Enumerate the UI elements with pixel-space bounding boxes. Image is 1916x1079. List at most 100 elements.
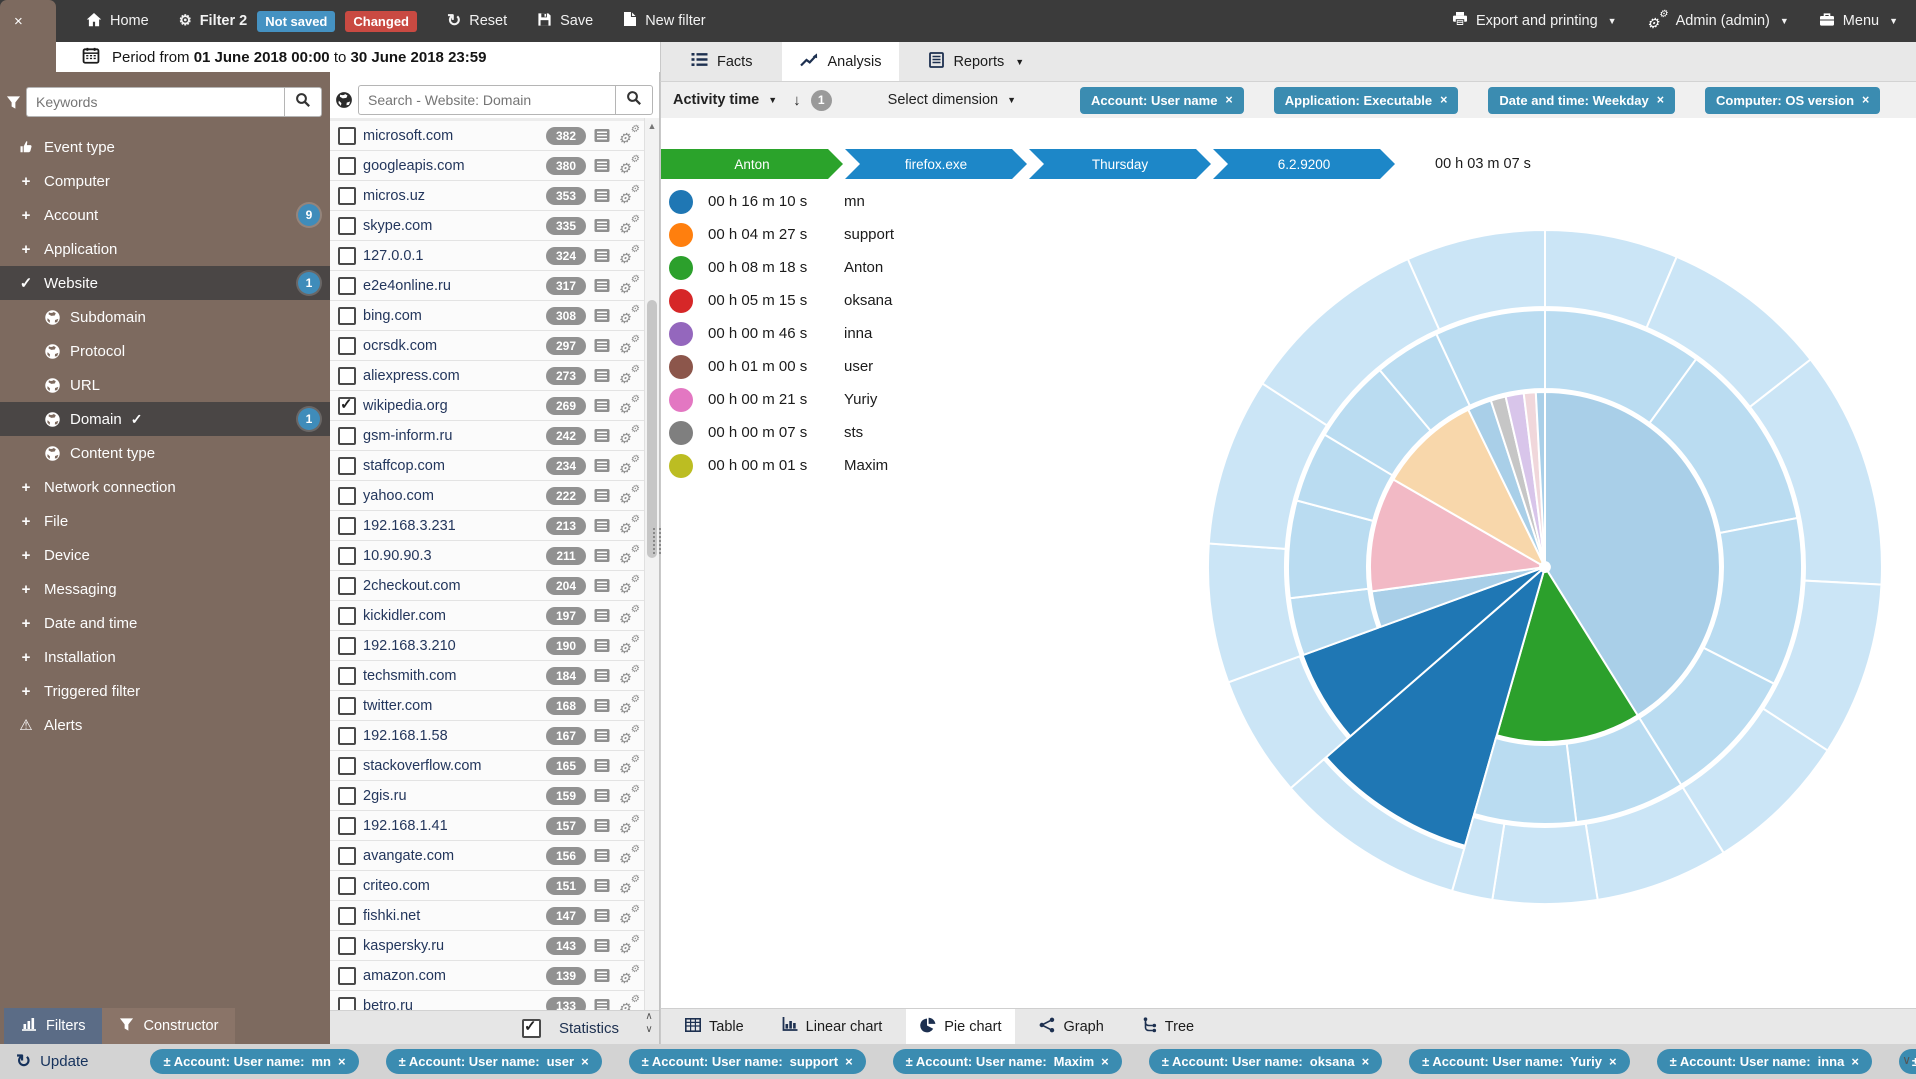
domain-checkbox[interactable]	[338, 667, 356, 685]
details-list-icon[interactable]	[594, 518, 610, 533]
gears-icon[interactable]: ⚙⚙	[618, 967, 639, 985]
tab-reports[interactable]: Reports▼	[911, 42, 1042, 81]
details-list-icon[interactable]	[594, 188, 610, 203]
sidebar-item-file[interactable]: +File	[0, 504, 330, 538]
domain-link[interactable]: 192.168.3.210	[363, 638, 546, 654]
gears-icon[interactable]: ⚙⚙	[618, 247, 639, 265]
tab-table[interactable]: Table	[671, 1009, 758, 1044]
details-list-icon[interactable]	[594, 818, 610, 833]
domain-checkbox[interactable]	[338, 247, 356, 265]
tab-facts[interactable]: Facts	[673, 42, 770, 81]
domain-link[interactable]: stackoverflow.com	[363, 758, 546, 774]
legend-item[interactable]: 00 h 00 m 21 sYuriy	[669, 383, 894, 416]
details-list-icon[interactable]	[594, 278, 610, 293]
breadcrumb-item[interactable]: firefox.exe	[845, 149, 1027, 179]
domain-checkbox[interactable]	[338, 217, 356, 235]
legend-item[interactable]: 00 h 05 m 15 soksana	[669, 284, 894, 317]
gears-icon[interactable]: ⚙⚙	[618, 607, 639, 625]
scroll-down-icon[interactable]: ∨	[1902, 1053, 1911, 1067]
domain-checkbox[interactable]	[338, 187, 356, 205]
legend-item[interactable]: 00 h 04 m 27 ssupport	[669, 218, 894, 251]
details-list-icon[interactable]	[594, 638, 610, 653]
dimension-chip[interactable]: Application: Executable×	[1274, 87, 1459, 114]
domain-link[interactable]: 2checkout.com	[363, 578, 546, 594]
tab-constructor[interactable]: Constructor	[102, 1008, 235, 1044]
domain-link[interactable]: 192.168.1.58	[363, 728, 546, 744]
tab-pie-chart[interactable]: Pie chart	[906, 1009, 1015, 1044]
sidebar-item-network-connection[interactable]: +Network connection	[0, 470, 330, 504]
domain-checkbox[interactable]	[338, 727, 356, 745]
domain-link[interactable]: twitter.com	[363, 698, 546, 714]
measure-dropdown[interactable]: Activity time ▼	[673, 92, 777, 108]
domain-link[interactable]: techsmith.com	[363, 668, 546, 684]
domain-checkbox[interactable]	[338, 817, 356, 835]
tab-analysis[interactable]: Analysis	[782, 42, 899, 81]
domain-checkbox[interactable]	[338, 577, 356, 595]
gears-icon[interactable]: ⚙⚙	[618, 127, 639, 145]
gears-icon[interactable]: ⚙⚙	[618, 577, 639, 595]
export-printing-menu[interactable]: Export and printing ▼	[1452, 11, 1617, 31]
domain-checkbox[interactable]	[338, 457, 356, 475]
filter-button[interactable]: ⚙ Filter 2	[179, 13, 248, 29]
sidebar-item-account[interactable]: +Account9	[0, 198, 330, 232]
sidebar-item-messaging[interactable]: +Messaging	[0, 572, 330, 606]
sidebar-close-tab[interactable]: ×	[0, 0, 56, 42]
domain-checkbox[interactable]	[338, 427, 356, 445]
gears-icon[interactable]: ⚙⚙	[618, 847, 639, 865]
details-list-icon[interactable]	[594, 728, 610, 743]
details-list-icon[interactable]	[594, 218, 610, 233]
select-dimension-dropdown[interactable]: Select dimension ▼	[888, 92, 1016, 108]
details-list-icon[interactable]	[594, 248, 610, 263]
domain-checkbox[interactable]	[338, 607, 356, 625]
domain-link[interactable]: skype.com	[363, 218, 546, 234]
sidebar-item-website[interactable]: ✓Website1	[0, 266, 330, 300]
gears-icon[interactable]: ⚙⚙	[618, 307, 639, 325]
domain-link[interactable]: micros.uz	[363, 188, 546, 204]
sunburst-segment[interactable]	[1492, 824, 1597, 904]
account-filter-chip[interactable]: ± Account: User name: user×	[386, 1049, 602, 1074]
domain-link[interactable]: 192.168.3.231	[363, 518, 546, 534]
domain-link[interactable]: 192.168.1.41	[363, 818, 546, 834]
tab-linear-chart[interactable]: Linear chart	[768, 1009, 897, 1044]
details-list-icon[interactable]	[594, 878, 610, 893]
details-list-icon[interactable]	[594, 458, 610, 473]
domain-checkbox[interactable]	[338, 397, 356, 415]
domain-search-input[interactable]	[358, 85, 615, 115]
gears-icon[interactable]: ⚙⚙	[618, 217, 639, 235]
domain-search-button[interactable]	[615, 85, 653, 115]
gears-icon[interactable]: ⚙⚙	[618, 457, 639, 475]
gears-icon[interactable]: ⚙⚙	[618, 877, 639, 895]
main-menu[interactable]: Menu ▼	[1819, 12, 1898, 31]
domain-link[interactable]: amazon.com	[363, 968, 546, 984]
home-button[interactable]: Home	[86, 12, 149, 31]
panel-splitter-handle[interactable]	[653, 528, 661, 554]
close-icon[interactable]: ×	[1101, 1054, 1109, 1069]
statistics-checkbox[interactable]	[522, 1019, 541, 1038]
details-list-icon[interactable]	[594, 908, 610, 923]
breadcrumb-item[interactable]: Thursday	[1029, 149, 1211, 179]
domain-link[interactable]: avangate.com	[363, 848, 546, 864]
close-icon[interactable]: ×	[845, 1054, 853, 1069]
domain-checkbox[interactable]	[338, 697, 356, 715]
details-list-icon[interactable]	[594, 848, 610, 863]
legend-item[interactable]: 00 h 16 m 10 smn	[669, 185, 894, 218]
sidebar-item-url[interactable]: URL	[0, 368, 330, 402]
close-icon[interactable]: ×	[338, 1054, 346, 1069]
details-list-icon[interactable]	[594, 128, 610, 143]
gears-icon[interactable]: ⚙⚙	[618, 697, 639, 715]
details-list-icon[interactable]	[594, 368, 610, 383]
tab-tree[interactable]: Tree	[1128, 1009, 1208, 1044]
gears-icon[interactable]: ⚙⚙	[618, 727, 639, 745]
close-icon[interactable]: ×	[1657, 93, 1664, 107]
sort-direction-icon[interactable]: ↓	[793, 92, 801, 109]
domain-list-scrollbar[interactable]: ▲	[644, 118, 659, 1010]
domain-checkbox[interactable]	[338, 517, 356, 535]
gears-icon[interactable]: ⚙⚙	[618, 367, 639, 385]
gears-icon[interactable]: ⚙⚙	[618, 337, 639, 355]
details-list-icon[interactable]	[594, 698, 610, 713]
breadcrumb-item[interactable]: Anton	[661, 149, 843, 179]
gears-icon[interactable]: ⚙⚙	[618, 637, 639, 655]
account-filter-chip[interactable]: ± Account: User name: support×	[629, 1049, 866, 1074]
scroll-down-icon[interactable]: ∨	[642, 1025, 656, 1035]
details-list-icon[interactable]	[594, 548, 610, 563]
